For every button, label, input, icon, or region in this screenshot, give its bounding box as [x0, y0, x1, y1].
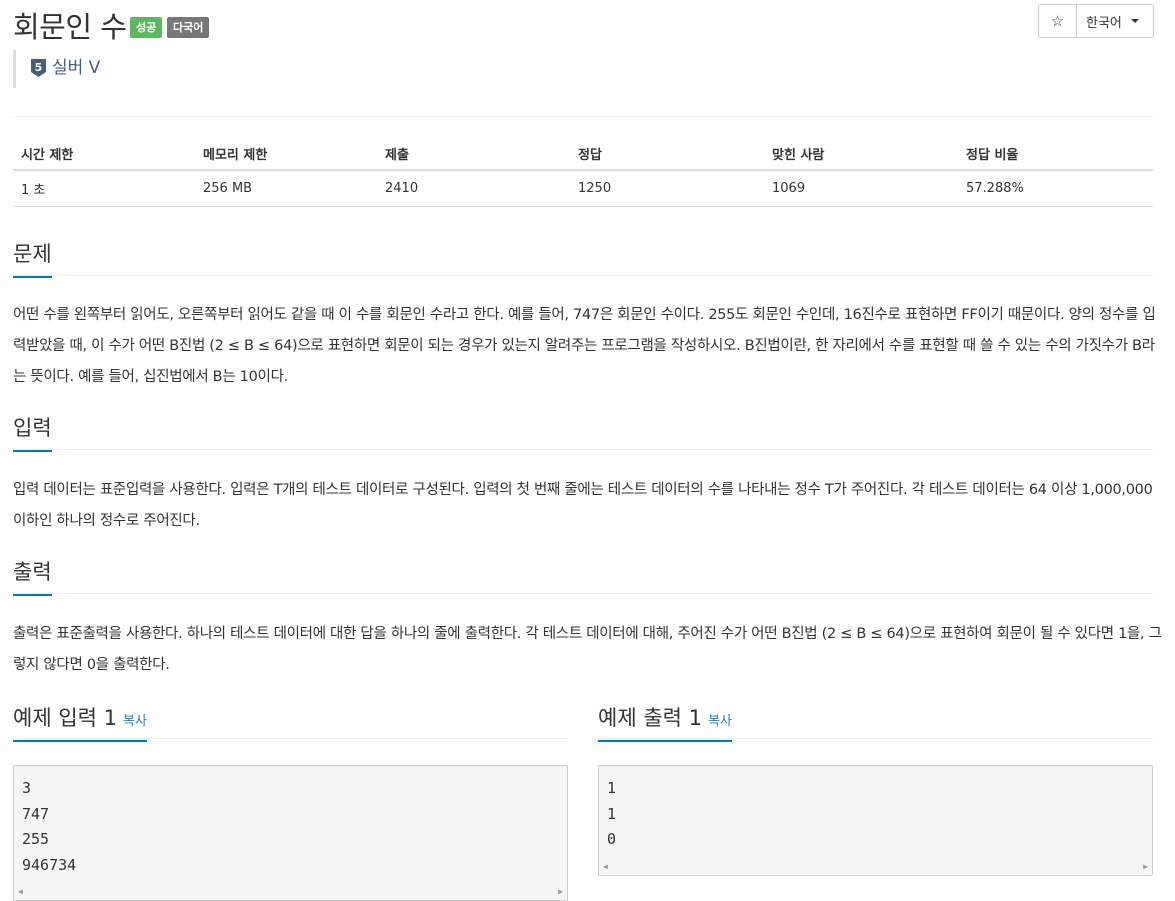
sample-input-code[interactable]: 3 747 255 946734 ◀ ▶	[13, 765, 568, 901]
page-title: 회문인 수	[13, 10, 127, 44]
star-icon: ☆	[1050, 12, 1065, 30]
sample-output-code[interactable]: 1 1 0 ◀ ▶	[598, 765, 1153, 876]
code-line: 0	[607, 830, 617, 848]
table-header-row: 시간 제한 메모리 제한 제출 정답 맞힌 사람 정답 비율	[13, 138, 1153, 171]
col-accepted: 정답	[570, 138, 764, 171]
col-memory-limit: 메모리 제한	[195, 138, 377, 171]
divider	[13, 449, 1153, 450]
divider	[13, 275, 1153, 276]
section-title-sample-output: 예제 출력 1 복사	[598, 702, 732, 742]
input-description: 입력 데이터는 표준입력을 사용한다. 입력은 T개의 테스트 데이터로 구성된…	[13, 482, 1153, 529]
memory-limit-value: 256 MB	[195, 170, 377, 207]
submissions-value[interactable]: 2410	[377, 170, 570, 207]
divider	[598, 738, 1153, 739]
col-accept-ratio: 정답 비율	[958, 138, 1153, 171]
problem-description: 어떤 수를 왼쪽부터 읽어도, 오른쪽부터 읽어도 같을 때 이 수를 회문인 …	[13, 307, 1156, 385]
col-solved-users: 맞힌 사람	[764, 138, 958, 171]
section-title-sample-input: 예제 입력 1 복사	[13, 702, 147, 742]
sample-input-heading: 예제 입력 1	[13, 706, 117, 730]
code-line: 747	[22, 804, 50, 823]
time-limit-value: 1 초	[13, 170, 195, 207]
tier-block: 5 실버 V	[13, 50, 100, 88]
divider	[13, 593, 1153, 594]
accept-ratio-value: 57.288%	[958, 170, 1153, 207]
scroll-right-icon[interactable]: ▶	[1143, 862, 1148, 871]
scroll-left-icon[interactable]: ◀	[603, 862, 608, 871]
sample-output-heading: 예제 출력 1	[598, 706, 702, 730]
star-button[interactable]: ☆	[1038, 4, 1077, 38]
horizontal-scrollbar[interactable]: ◀ ▶	[14, 883, 567, 900]
horizontal-scrollbar[interactable]: ◀ ▶	[599, 858, 1152, 875]
status-badge-success: 성공	[130, 17, 163, 38]
divider	[13, 116, 1153, 117]
problem-info-table: 시간 제한 메모리 제한 제출 정답 맞힌 사람 정답 비율 1 초 256 M…	[13, 138, 1153, 207]
language-label: 한국어	[1086, 15, 1122, 31]
copy-sample-output-button[interactable]: 복사	[708, 714, 732, 729]
section-title-output: 출력	[13, 556, 52, 596]
table-row: 1 초 256 MB 2410 1250 1069 57.288%	[13, 170, 1153, 207]
copy-sample-input-button[interactable]: 복사	[123, 714, 147, 729]
section-title-problem: 문제	[13, 238, 52, 278]
header-button-group: ☆ 한국어	[1038, 4, 1154, 38]
tier-label[interactable]: 실버 V	[52, 58, 100, 78]
accepted-value[interactable]: 1250	[570, 170, 764, 207]
caret-down-icon	[1130, 19, 1139, 23]
output-description: 출력은 표준출력을 사용한다. 하나의 테스트 데이터에 대한 답을 하나의 줄…	[13, 626, 1162, 673]
tier-badge-icon: 5	[31, 59, 46, 77]
scroll-right-icon[interactable]: ▶	[558, 887, 563, 896]
code-line: 255	[22, 830, 50, 848]
divider	[13, 738, 568, 739]
code-line: 1	[607, 779, 617, 797]
scroll-left-icon[interactable]: ◀	[18, 887, 23, 896]
col-submissions: 제출	[377, 138, 570, 171]
code-line: 1	[607, 804, 617, 823]
solved-users-value[interactable]: 1069	[764, 170, 958, 207]
status-badge-multilang[interactable]: 다국어	[167, 17, 210, 38]
language-dropdown[interactable]: 한국어	[1077, 4, 1154, 38]
section-title-input: 입력	[13, 412, 52, 452]
col-time-limit: 시간 제한	[13, 138, 195, 171]
code-line: 946734	[22, 855, 77, 874]
code-line: 3	[22, 779, 32, 797]
tier-number: 5	[35, 61, 43, 74]
